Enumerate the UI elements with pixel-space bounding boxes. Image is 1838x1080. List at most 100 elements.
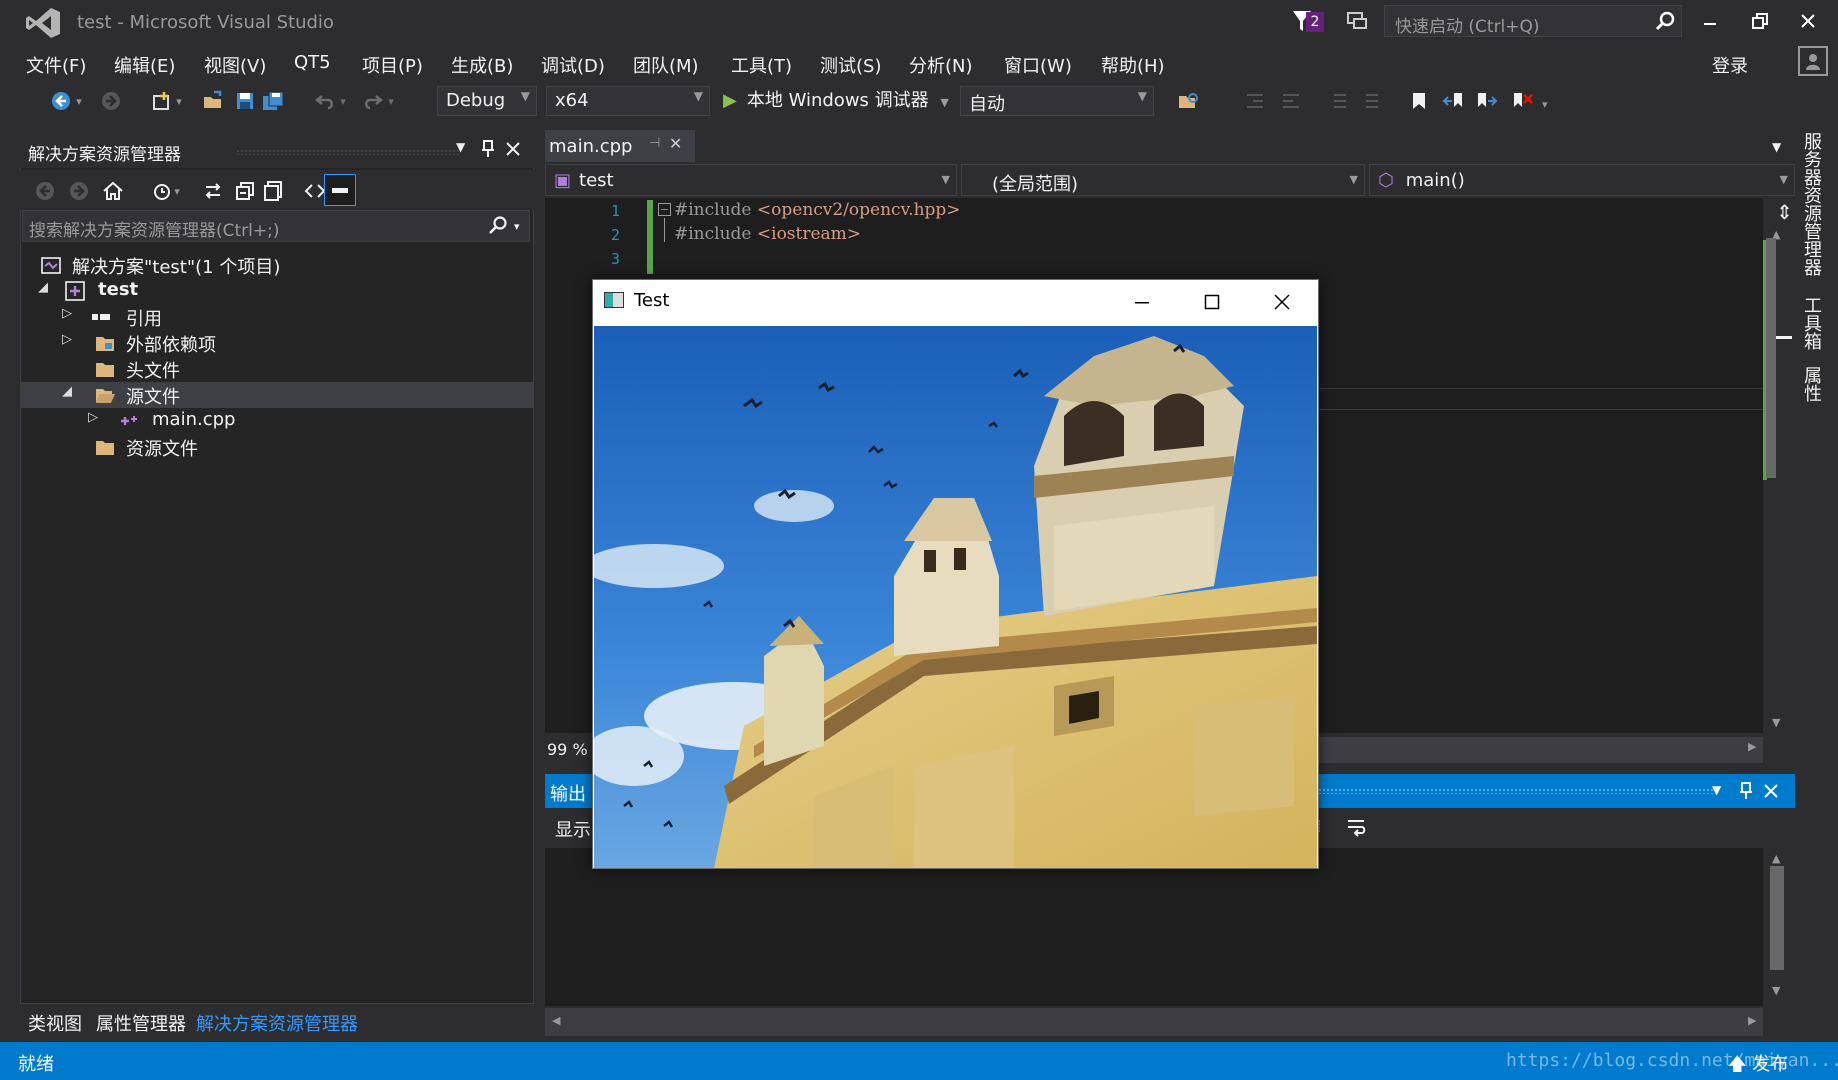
menu-help[interactable]: 帮助(H) [1101, 52, 1165, 78]
document-tab-main-cpp[interactable]: main.cpp ⊣ ✕ [545, 130, 695, 162]
close-window-icon[interactable] [1790, 6, 1826, 36]
search-icon[interactable] [1652, 8, 1678, 34]
close-panel-icon[interactable] [502, 138, 524, 160]
member-select[interactable]: ⬡ main() ▼ [1369, 164, 1795, 196]
tab-toolbox[interactable]: 工具箱 [1800, 296, 1824, 350]
home-icon[interactable] [100, 178, 126, 204]
close-panel-icon[interactable] [1760, 780, 1782, 802]
editor-scroll-thumb[interactable] [1766, 238, 1776, 478]
menu-window[interactable]: 窗口(W) [1004, 52, 1072, 78]
tab-list-chevron-icon[interactable]: ▼ [1772, 140, 1781, 154]
search-icon[interactable] [486, 213, 510, 237]
pin-tab-icon[interactable]: ⊣ [649, 136, 660, 151]
save-icon[interactable] [232, 88, 258, 114]
tree-project-test[interactable]: ◢ test [20, 278, 534, 304]
close-window-icon[interactable] [1250, 282, 1314, 322]
scroll-down-icon[interactable]: ▼ [1772, 716, 1780, 729]
pin-icon[interactable] [1736, 780, 1756, 802]
scroll-up-icon[interactable]: ▲ [1772, 852, 1780, 865]
tab-properties[interactable]: 属性 [1800, 366, 1824, 402]
tree-solution[interactable]: 解决方案"test"(1 个项目) [20, 252, 534, 278]
menu-file[interactable]: 文件(F) [26, 52, 86, 78]
project-scope-select[interactable]: ▣ test ▼ [545, 164, 957, 196]
global-scope-select[interactable]: (全局范围) ▼ [961, 164, 1365, 196]
collapsed-arrow-icon[interactable]: ▷ [62, 306, 72, 321]
scroll-down-icon[interactable]: ▼ [1772, 984, 1780, 997]
save-all-icon[interactable] [260, 88, 286, 114]
indent-icon[interactable] [1278, 88, 1304, 114]
panel-grip[interactable] [1318, 788, 1718, 794]
feedback-icon[interactable] [1344, 8, 1370, 34]
debug-target-select[interactable]: 自动 ▼ [960, 86, 1154, 116]
back-dropdown-icon[interactable]: ▾ [72, 88, 86, 114]
find-in-files-icon[interactable] [1176, 88, 1202, 114]
back-icon[interactable] [32, 178, 58, 204]
minimize-window-icon[interactable] [1110, 282, 1174, 322]
split-editor-icon[interactable]: ⇕ [1776, 200, 1793, 224]
redo-dropdown-icon[interactable]: ▾ [384, 88, 398, 114]
menu-edit[interactable]: 编辑(E) [114, 52, 175, 78]
forward-icon[interactable] [66, 178, 92, 204]
tab-property-manager[interactable]: 属性管理器 [96, 1010, 186, 1036]
scroll-right-icon[interactable]: ▶ [1748, 740, 1756, 753]
clear-bookmarks-icon[interactable] [1510, 88, 1536, 114]
outdent-icon[interactable] [1242, 88, 1268, 114]
tree-references[interactable]: ▷ 引用 [20, 304, 534, 330]
new-dropdown-icon[interactable]: ▾ [172, 88, 186, 114]
quick-launch-input[interactable]: 快速启动 (Ctrl+Q) [1384, 5, 1682, 37]
undo-icon[interactable] [312, 88, 338, 114]
collapsed-arrow-icon[interactable]: ▷ [88, 410, 98, 425]
tab-solution-explorer[interactable]: 解决方案资源管理器 [196, 1010, 358, 1036]
tree-header-files[interactable]: 头文件 [20, 356, 534, 382]
menu-view[interactable]: 视图(V) [204, 52, 266, 78]
minimize-window-icon[interactable] [1692, 6, 1728, 36]
panel-menu-chevron-icon[interactable]: ▼ [1712, 783, 1721, 797]
navigate-back-icon[interactable] [48, 88, 74, 114]
comment-lines-icon[interactable] [1326, 88, 1352, 114]
panel-menu-chevron-icon[interactable]: ▼ [456, 140, 465, 154]
word-wrap-icon[interactable] [1344, 814, 1370, 840]
maximize-window-icon[interactable] [1180, 282, 1244, 322]
bookmark-icon[interactable] [1406, 88, 1432, 114]
tree-external-deps[interactable]: ▷ 外部依赖项 [20, 330, 534, 356]
tree-main-cpp[interactable]: ▷ main.cpp [20, 408, 534, 434]
publish-button[interactable]: 🡅 发布 [1728, 1050, 1788, 1080]
expanded-arrow-icon[interactable]: ◢ [62, 384, 72, 399]
undo-dropdown-icon[interactable]: ▾ [336, 88, 350, 114]
scroll-left-icon[interactable]: ◀ [552, 1014, 560, 1027]
tab-server-explorer[interactable]: 服务器资源管理器 [1800, 132, 1824, 276]
uncomment-lines-icon[interactable] [1358, 88, 1384, 114]
redo-icon[interactable] [360, 88, 386, 114]
panel-grip[interactable] [236, 149, 460, 155]
solution-configuration-select[interactable]: Debug ▼ [437, 86, 537, 116]
menu-project[interactable]: 项目(P) [362, 52, 423, 78]
user-avatar-icon[interactable] [1798, 46, 1828, 76]
menu-test[interactable]: 测试(S) [820, 52, 881, 78]
output-scroll-thumb[interactable] [1770, 866, 1784, 970]
previous-bookmark-icon[interactable] [1440, 88, 1466, 114]
toolbar-overflow-icon[interactable]: ▾ [1542, 98, 1548, 111]
navigate-forward-icon[interactable] [98, 88, 124, 114]
tab-class-view[interactable]: 类视图 [28, 1010, 82, 1036]
filter-dropdown-icon[interactable]: ▾ [170, 178, 184, 204]
solution-platform-select[interactable]: x64 ▼ [546, 86, 710, 116]
scroll-right-icon[interactable]: ▶ [1748, 1014, 1756, 1027]
restore-window-icon[interactable] [1742, 6, 1778, 36]
output-horizontal-scrollbar[interactable] [545, 1008, 1763, 1036]
close-tab-icon[interactable]: ✕ [669, 134, 682, 153]
menu-build[interactable]: 生成(B) [451, 52, 513, 78]
sign-in-link[interactable]: 登录 [1712, 52, 1748, 78]
tree-resource-files[interactable]: 资源文件 [20, 434, 534, 460]
menu-qt5[interactable]: QT5 [294, 52, 331, 73]
menu-debug[interactable]: 调试(D) [541, 52, 605, 78]
open-file-icon[interactable] [200, 88, 226, 114]
search-options-chevron-icon[interactable]: ▾ [514, 220, 520, 233]
next-bookmark-icon[interactable] [1474, 88, 1500, 114]
menu-tools[interactable]: 工具(T) [731, 52, 792, 78]
solution-search-input[interactable]: 搜索解决方案资源管理器(Ctrl+;) [22, 210, 530, 242]
output-text-area[interactable] [545, 848, 1763, 1006]
new-project-icon[interactable] [148, 88, 174, 114]
expanded-arrow-icon[interactable]: ◢ [38, 280, 48, 295]
tree-source-files[interactable]: ◢ 源文件 [20, 382, 534, 408]
collapsed-arrow-icon[interactable]: ▷ [62, 332, 72, 347]
